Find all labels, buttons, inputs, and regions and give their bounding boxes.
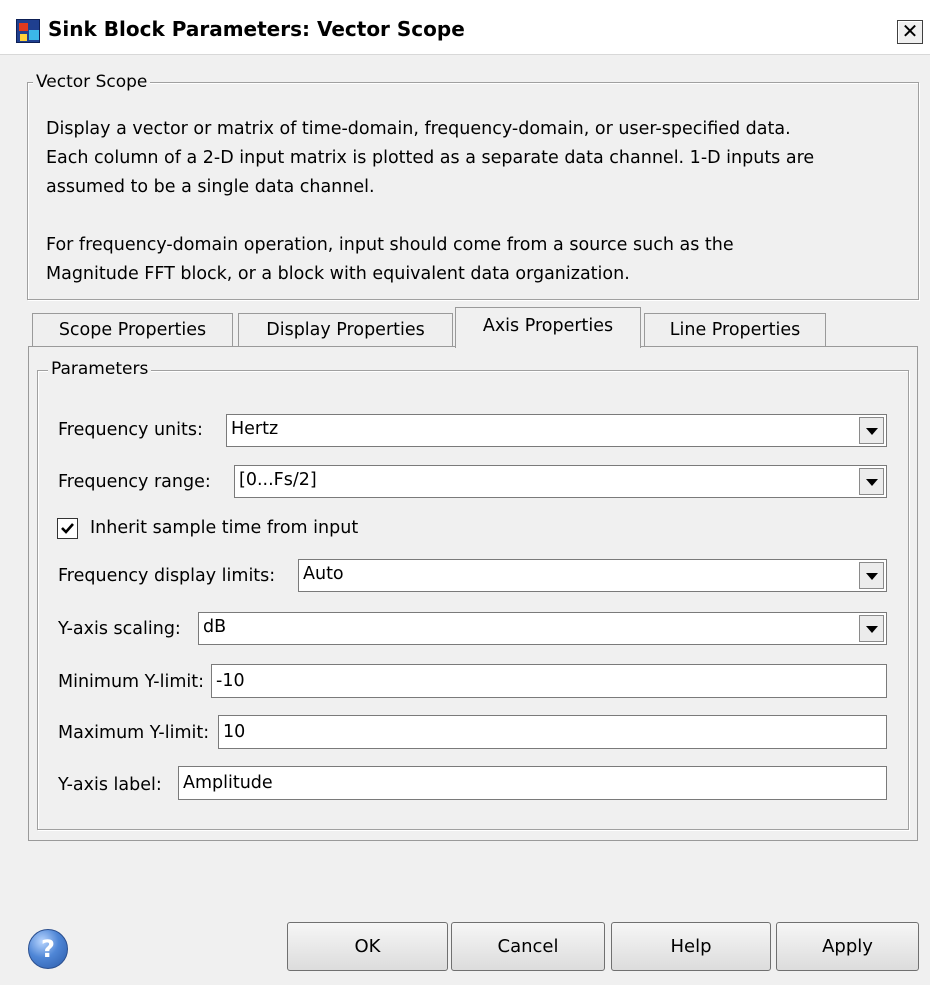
tab-label: Display Properties bbox=[266, 320, 425, 340]
help-button[interactable]: Help bbox=[611, 922, 771, 971]
tab-line-properties[interactable]: Line Properties bbox=[644, 313, 826, 346]
cancel-button[interactable]: Cancel bbox=[451, 922, 605, 971]
frequency-units-label: Frequency units: bbox=[58, 420, 203, 440]
tab-axis-properties[interactable]: Axis Properties bbox=[455, 307, 641, 348]
frequency-display-limits-value: Auto bbox=[303, 564, 344, 584]
simulink-block-icon bbox=[16, 19, 40, 43]
title-bar: Sink Block Parameters: Vector Scope ✕ bbox=[0, 0, 930, 55]
close-icon: ✕ bbox=[901, 19, 919, 43]
y-axis-label-input[interactable] bbox=[179, 767, 886, 799]
chevron-down-icon[interactable] bbox=[859, 417, 884, 444]
maximum-y-limit-label: Maximum Y-limit: bbox=[58, 723, 210, 743]
description-line: assumed to be a single data channel. bbox=[46, 177, 375, 197]
checkmark-icon bbox=[61, 523, 74, 534]
y-axis-scaling-label: Y-axis scaling: bbox=[58, 619, 181, 639]
tab-scope-properties[interactable]: Scope Properties bbox=[32, 313, 233, 346]
description-line bbox=[46, 202, 814, 231]
frequency-range-select[interactable]: [0...Fs/2] bbox=[234, 465, 887, 498]
maximum-y-limit-field[interactable] bbox=[218, 715, 887, 749]
frequency-units-value: Hertz bbox=[231, 419, 279, 439]
frequency-range-label: Frequency range: bbox=[58, 472, 211, 492]
frequency-display-limits-select[interactable]: Auto bbox=[298, 559, 887, 592]
frequency-units-select[interactable]: Hertz bbox=[226, 414, 887, 447]
description-line: Each column of a 2-D input matrix is plo… bbox=[46, 148, 815, 168]
window-title: Sink Block Parameters: Vector Scope bbox=[48, 17, 465, 41]
minimum-y-limit-field[interactable] bbox=[211, 664, 887, 698]
frequency-range-value: [0...Fs/2] bbox=[239, 470, 317, 490]
chevron-down-icon[interactable] bbox=[859, 615, 884, 642]
close-button[interactable]: ✕ bbox=[897, 20, 923, 44]
tab-label: Scope Properties bbox=[58, 320, 207, 340]
tab-label: Axis Properties bbox=[482, 316, 614, 336]
description-line: Display a vector or matrix of time-domai… bbox=[46, 119, 791, 139]
ok-button[interactable]: OK bbox=[287, 922, 448, 971]
y-axis-label-label: Y-axis label: bbox=[58, 775, 162, 795]
description-line: Magnitude FFT block, or a block with equ… bbox=[46, 264, 630, 284]
chevron-down-icon[interactable] bbox=[859, 562, 884, 589]
y-axis-label-field[interactable] bbox=[178, 766, 887, 800]
parameters-group-legend: Parameters bbox=[48, 358, 152, 380]
chevron-down-icon[interactable] bbox=[859, 468, 884, 495]
minimum-y-limit-input[interactable] bbox=[212, 665, 886, 697]
tab-label: Line Properties bbox=[669, 320, 801, 340]
maximum-y-limit-input[interactable] bbox=[219, 716, 886, 748]
block-description: Display a vector or matrix of time-domai… bbox=[46, 115, 814, 289]
apply-button[interactable]: Apply bbox=[776, 922, 919, 971]
inherit-sample-time-label[interactable]: Inherit sample time from input bbox=[90, 518, 358, 538]
description-line: For frequency-domain operation, input sh… bbox=[46, 235, 734, 255]
y-axis-scaling-select[interactable]: dB bbox=[198, 612, 887, 645]
description-group-legend: Vector Scope bbox=[33, 71, 151, 93]
help-question-icon[interactable]: ? bbox=[28, 929, 68, 969]
minimum-y-limit-label: Minimum Y-limit: bbox=[58, 672, 204, 692]
frequency-display-limits-label: Frequency display limits: bbox=[58, 566, 276, 586]
inherit-sample-time-checkbox[interactable] bbox=[57, 518, 78, 539]
tab-display-properties[interactable]: Display Properties bbox=[238, 313, 453, 346]
y-axis-scaling-value: dB bbox=[203, 617, 227, 637]
